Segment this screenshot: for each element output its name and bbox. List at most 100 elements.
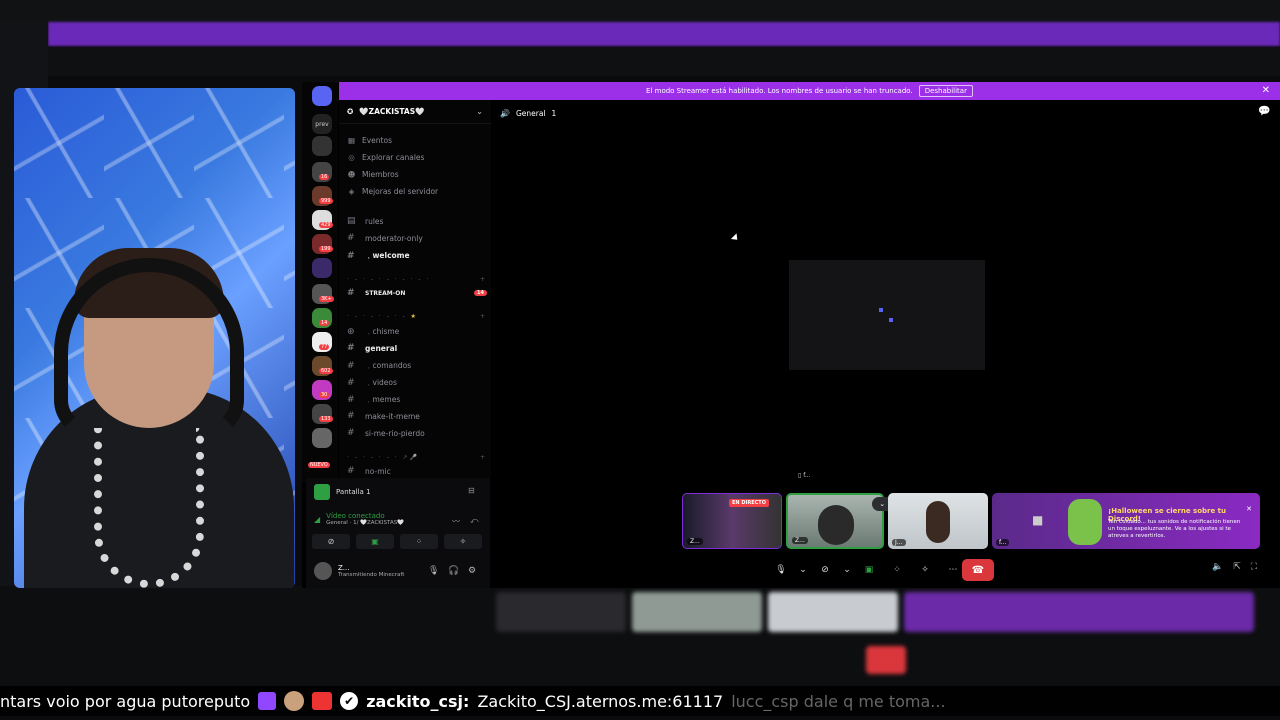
avatar[interactable]	[314, 562, 332, 580]
nav-boost[interactable]: ◈ Mejoras del servidor	[347, 187, 439, 196]
server-icon[interactable]	[312, 428, 332, 448]
twitch-icon	[258, 692, 277, 710]
participant-tile[interactable]: EN DIRECTO Z...	[682, 493, 782, 549]
server-badge: 602	[319, 368, 333, 374]
channel-title: General	[515, 108, 546, 118]
server-name: 🤍ZACKISTAS🤍	[359, 107, 425, 116]
disconnect-icon[interactable]: ⤺	[470, 516, 479, 526]
screen-share-row[interactable]: Pantalla 1	[314, 484, 371, 500]
microphone-icon: 🎙	[775, 565, 787, 575]
server-badge: 16	[319, 174, 330, 180]
soundboard-button[interactable]: ✧	[444, 534, 482, 549]
server-badge: 429	[319, 222, 333, 228]
volume-icon[interactable]: 🔈	[1212, 562, 1223, 572]
chevron-down-icon[interactable]: ⌄	[476, 107, 483, 116]
mention-badge: 14	[474, 290, 487, 296]
more-button[interactable]: ⋯	[942, 560, 964, 580]
microphone-icon[interactable]: 🎙	[428, 566, 439, 576]
activities-button[interactable]: ⁘	[400, 534, 438, 549]
screen-icon: ▣	[371, 537, 379, 546]
chevron-down-icon[interactable]: ⌄	[842, 560, 852, 580]
channel-no-mic[interactable]: # no-mic	[347, 466, 487, 476]
server-icon[interactable]	[312, 136, 332, 156]
channel-rules[interactable]: ▤ rules	[347, 216, 487, 226]
nav-events[interactable]: ▦ Eventos	[347, 136, 392, 145]
screen-share-button[interactable]: ▣	[356, 534, 394, 549]
channel-stream-on[interactable]: # STREAM-ON 14	[347, 288, 487, 298]
chat-ticker: ntars voio por agua putoreputo ✔ zackito…	[0, 686, 1280, 716]
channel-welcome[interactable]: # ﹒welcome	[347, 250, 487, 261]
server-icon[interactable]	[312, 258, 332, 278]
halloween-notice[interactable]: ■ ¡Halloween se cierne sobre tu Discord!…	[992, 493, 1260, 549]
activities-icon: ⁘	[415, 537, 423, 546]
background-tile	[496, 592, 626, 632]
server-badge: 133	[319, 416, 333, 422]
server-header[interactable]: ✪ 🤍ZACKISTAS🤍 ⌄	[339, 100, 491, 124]
microphone-toggle[interactable]: 🎙	[770, 560, 792, 580]
gear-icon[interactable]: ⚙	[468, 566, 476, 576]
nav-explore[interactable]: ◎ Explorar canales	[347, 153, 424, 162]
channel-memes[interactable]: # ﹒memes	[347, 394, 487, 405]
channel-moderator-only[interactable]: # moderator-only	[347, 233, 487, 243]
participant-tile[interactable]: J...	[888, 493, 988, 549]
channel-comandos[interactable]: # ﹒comandos	[347, 360, 487, 371]
soundboard-icon: ✧	[921, 565, 929, 575]
server-badge: 3K+	[319, 296, 334, 302]
popout-icon[interactable]: ⇱	[1233, 562, 1241, 572]
category-divider[interactable]: · - · - · - · - ★ +	[347, 313, 487, 320]
hangup-button[interactable]: ☎	[962, 559, 994, 581]
emote-icon	[284, 691, 305, 711]
camera-icon: ■	[1032, 513, 1044, 527]
channel-si-me-rio-pierdo[interactable]: # si-me-rio-pierdo	[347, 428, 487, 438]
screen-icon: ▣	[864, 565, 874, 575]
hash-icon: #	[347, 233, 355, 243]
participant-tile[interactable]: Z...	[786, 493, 884, 549]
category-divider[interactable]: · - · - · - · - · - · +	[347, 276, 487, 283]
channel-chisme[interactable]: ⊕ ﹒chisme	[347, 326, 487, 337]
ticker-username: zackito_csj:	[366, 691, 470, 711]
close-icon[interactable]: ✕	[1246, 505, 1252, 513]
hash-icon: #	[347, 466, 355, 476]
halloween-text: Ten cuidado... tus sonidos de notificaci…	[1108, 519, 1241, 540]
soundboard-button[interactable]: ✧	[914, 560, 936, 580]
disable-streamer-button[interactable]: Deshabilitar	[918, 85, 973, 97]
background-controls	[0, 586, 1280, 686]
close-icon[interactable]: ✕	[1262, 85, 1270, 96]
background-titlebar	[0, 0, 1280, 22]
user-panel[interactable]: Z... Transmitiendo Minecraft	[314, 562, 404, 580]
hash-icon: ⊕	[347, 326, 355, 337]
server-badge: 30	[319, 392, 330, 398]
chevron-down-icon[interactable]: ⌄	[798, 560, 808, 580]
calendar-icon: ▦	[347, 136, 356, 145]
boost-icon: ◈	[348, 187, 355, 196]
discord-home-icon[interactable]	[312, 86, 332, 106]
call-controls: 🎙 ⌄ ⊘ ⌄ ▣ ⁘ ✧ ⋯	[770, 559, 980, 581]
noise-suppression-icon[interactable]: 〰	[452, 516, 460, 527]
nav-members[interactable]: ☻ Miembros	[347, 170, 399, 179]
participant-avatar	[818, 505, 854, 545]
chat-icon[interactable]: 💬	[1258, 106, 1270, 117]
voice-channel[interactable]: General · 1/ 🤍ZACKISTAS🤍	[326, 520, 404, 526]
screen-share-toggle[interactable]: ▣	[858, 560, 880, 580]
server-badge: 14	[319, 320, 330, 326]
popout-icon[interactable]: ⊟	[468, 486, 475, 495]
server-prev[interactable]: prev	[312, 114, 332, 134]
channel-general[interactable]: # general	[347, 343, 487, 353]
activities-icon: ⁘	[893, 565, 901, 575]
activities-button[interactable]: ⁘	[886, 560, 908, 580]
category-divider[interactable]: · - · - · - · ↗🎤 +	[347, 454, 487, 461]
compass-icon: ◎	[348, 153, 355, 162]
channel-videos[interactable]: # ﹒videos	[347, 377, 487, 388]
background-tile	[768, 592, 898, 632]
hash-icon: #	[347, 411, 355, 421]
headphones-icon[interactable]: 🎧	[448, 566, 459, 576]
camera-toggle[interactable]: ⊘	[814, 560, 836, 580]
background-tile	[632, 592, 762, 632]
fullscreen-icon[interactable]: ⛶	[1251, 562, 1257, 572]
channel-make-it-meme[interactable]: # make-it-meme	[347, 411, 487, 421]
hash-icon: #	[347, 250, 355, 261]
ticker-previous-message: ntars voio por agua putoreputo	[0, 691, 251, 711]
members-icon: ☻	[347, 170, 356, 179]
camera-off-button[interactable]: ⊘	[312, 534, 350, 549]
hash-icon: #	[347, 288, 355, 298]
